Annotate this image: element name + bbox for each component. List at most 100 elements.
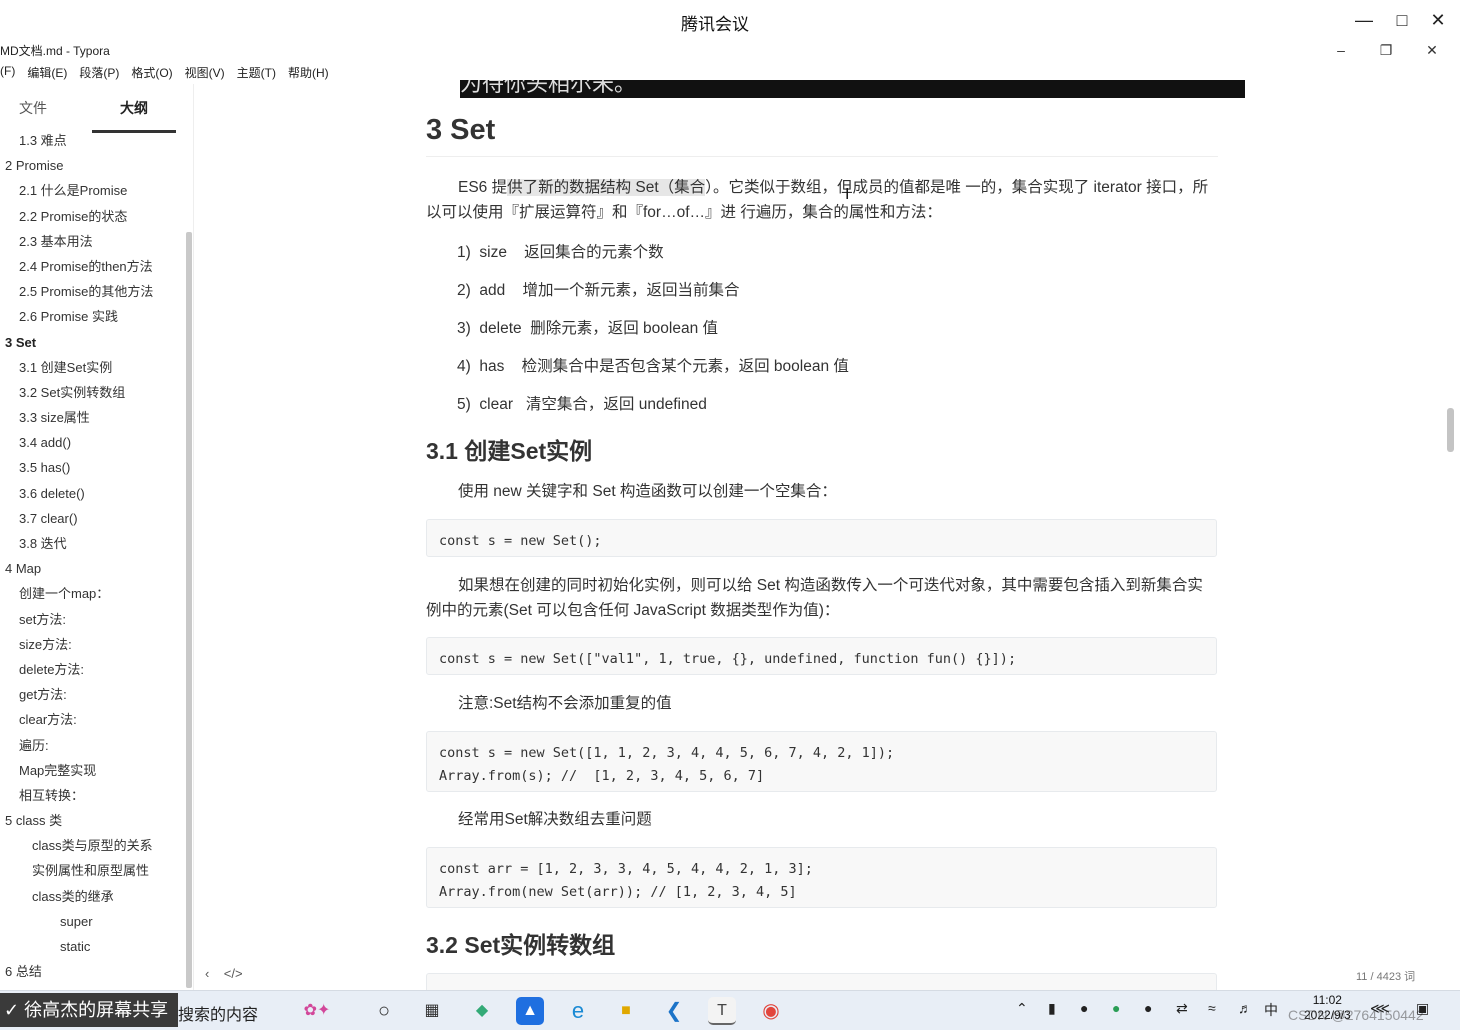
intro-paragraph: ES6 提供了新的数据结构 Set（集合）。它类似于数组，但成员的值都是唯 一的… [426,175,1218,225]
outline-item[interactable]: 1.3 难点 [0,128,186,153]
code-block[interactable] [426,973,1217,990]
outline-item[interactable]: 3.6 delete() [0,481,186,506]
outline-item[interactable]: clear方法: [0,707,186,732]
tab-files[interactable]: 文件 [19,98,47,118]
outline-item[interactable]: 3.4 add() [0,430,186,455]
list-item: 4) has 检测集合中是否包含某个元素，返回 boolean 值 [457,358,849,375]
ime-indicator[interactable]: 中 [1264,1000,1278,1020]
menu-format[interactable]: 格式(O) [131,64,172,82]
paragraph-note: 注意:Set结构不会添加重复的值 [458,695,672,712]
menu-file[interactable]: (F) [0,64,15,82]
sidebar-scrollbar[interactable] [186,232,192,988]
outline-item[interactable]: 6 总结 [0,959,186,984]
meeting-title: 腾讯会议 [681,15,749,34]
outline-item[interactable]: 3.8 迭代 [0,531,186,556]
taskbar-search[interactable]: 搜索的内容 [178,1001,258,1025]
intro-text-pre: ES6 提 [458,179,508,196]
minimize-icon[interactable]: — [1352,8,1376,32]
tray-overflow-icon[interactable]: ⌃ [1016,1000,1028,1017]
outline-item[interactable]: class类的继承 [0,884,186,909]
file-explorer-icon[interactable]: ■ [612,997,640,1025]
chrome-icon[interactable]: ◉ [757,997,785,1025]
outline-item[interactable]: delete方法: [0,657,186,682]
app-icon[interactable]: ◆ [468,997,496,1025]
photos-icon[interactable]: ▲ [516,997,544,1025]
sidebar: 文件 大纲 1.3 难点 2 Promise 2.1 什么是Promise 2.2 P… [0,84,194,990]
outline-item[interactable]: 3.2 Set实例转数组 [0,380,186,405]
qq-icon[interactable]: ● [1144,1000,1152,1016]
outline-item[interactable]: 4 Map [0,556,186,581]
list-item: 5) clear 清空集合，返回 undefined [457,396,707,413]
outline-item[interactable]: 实例属性和原型属性 [0,858,186,883]
outline-list: 1.3 难点 2 Promise 2.1 什么是Promise 2.2 Promise… [0,128,186,984]
outline-item[interactable]: set方法: [0,607,186,632]
outline-item[interactable]: 2 Promise [0,153,186,178]
outline-item[interactable]: 3 Set [0,330,186,355]
code-block[interactable]: const arr = [1, 2, 3, 3, 4, 5, 4, 4, 2, … [426,847,1217,908]
task-view-icon[interactable]: ▦ [418,997,446,1025]
heading-divider [426,156,1218,157]
paragraph-init: 如果想在创建的同时初始化实例，则可以给 Set 构造函数传入一个可迭代对象，其中… [426,577,1203,619]
outline-item[interactable]: 3.1 创建Set实例 [0,355,186,380]
code-block[interactable]: const s = new Set(["val1", 1, true, {}, … [426,637,1217,675]
search-decoration-icon: ✿✦ [303,1002,331,1019]
outline-item[interactable]: 2.5 Promise的其他方法 [0,279,186,304]
sync-icon[interactable]: ⇄ [1176,1000,1188,1017]
outline-item[interactable]: Map完整实现 [0,758,186,783]
embedded-image: 为待你头相尔未。 [460,80,1245,98]
typora-restore-icon[interactable]: ❐ [1376,40,1396,60]
code-block[interactable]: const s = new Set([1, 1, 2, 3, 4, 4, 5, … [426,731,1217,792]
list-item: 1) size 返回集合的元素个数 [457,244,664,261]
outline-item[interactable]: 2.1 什么是Promise [0,178,186,203]
task-icon[interactable]: ⋘ [1370,1000,1390,1017]
tab-outline[interactable]: 大纲 [120,98,148,118]
maximize-icon[interactable]: □ [1390,8,1414,32]
image-text: 为待你头相尔未。 [460,80,637,96]
intro-text-highlighted: 供了新的数据结构 Set（集合 [507,179,706,196]
sidebar-tabs: 文件 大纲 [0,94,180,133]
cortana-icon[interactable]: ○ [370,997,398,1025]
outline-item[interactable]: 3.7 clear() [0,506,186,531]
outline-item[interactable]: 遍历: [0,733,186,758]
microphone-icon[interactable]: ● [1080,1000,1088,1016]
typora-close-icon[interactable]: ✕ [1422,40,1442,60]
outline-item[interactable]: 5 class 类 [0,808,186,833]
editor-scrollbar[interactable] [1447,408,1454,452]
watermark: CSDN @2764150442 [1288,1007,1424,1023]
vscode-icon[interactable]: ❮ [660,997,688,1025]
taskbar: ✓ 徐高杰的屏幕共享 搜索的内容 ✿✦ ○ ▦ ◆ ▲ e ■ ❮ T ◉ ⌃ … [0,990,1460,1030]
wechat-icon[interactable]: ● [1112,1000,1120,1016]
menu-edit[interactable]: 编辑(E) [27,64,67,82]
editor[interactable]: 为待你头相尔未。 3 Set ES6 提供了新的数据结构 Set（集合）。它类似… [195,80,1445,990]
close-icon[interactable]: ✕ [1426,8,1450,32]
notification-icon[interactable]: ▣ [1416,1000,1429,1017]
wifi-icon[interactable]: ≈ [1208,1000,1216,1016]
outline-item[interactable]: 3.5 has() [0,455,186,480]
volume-icon[interactable]: ♬ [1238,1000,1252,1016]
edge-icon[interactable]: e [564,997,592,1025]
code-block[interactable]: const s = new Set(); [426,519,1217,557]
outline-item[interactable]: 2.2 Promise的状态 [0,204,186,229]
screen-share-label: 徐高杰的屏幕共享 [24,1000,169,1020]
source-code-mode-icon[interactable]: </> [224,966,243,981]
outline-item[interactable]: get方法: [0,682,186,707]
outline-item[interactable]: 创建一个map： [0,581,186,606]
typora-icon[interactable]: T [708,997,736,1025]
outline-item[interactable]: 2.4 Promise的then方法 [0,254,186,279]
text-cursor-icon: I [845,186,850,203]
outline-item[interactable]: super [0,909,186,934]
heading-set-to-array: 3.2 Set实例转数组 [426,932,616,958]
outline-item[interactable]: 3.3 size属性 [0,405,186,430]
outline-item[interactable]: size方法: [0,632,186,657]
menu-paragraph[interactable]: 段落(P) [79,64,119,82]
outline-item[interactable]: 2.6 Promise 实践 [0,304,186,329]
outline-item[interactable]: 相互转换： [0,783,186,808]
typora-minimize-icon[interactable]: – [1331,40,1351,60]
word-count[interactable]: 11 / 4423 词 [1356,968,1415,984]
outline-item[interactable]: class类与原型的关系 [0,833,186,858]
heading-create-set: 3.1 创建Set实例 [426,438,593,464]
battery-icon[interactable]: ▮ [1048,1000,1056,1017]
outline-item[interactable]: 2.3 基本用法 [0,229,186,254]
collapse-sidebar-icon[interactable]: ‹ [205,966,209,981]
outline-item[interactable]: static [0,934,186,959]
